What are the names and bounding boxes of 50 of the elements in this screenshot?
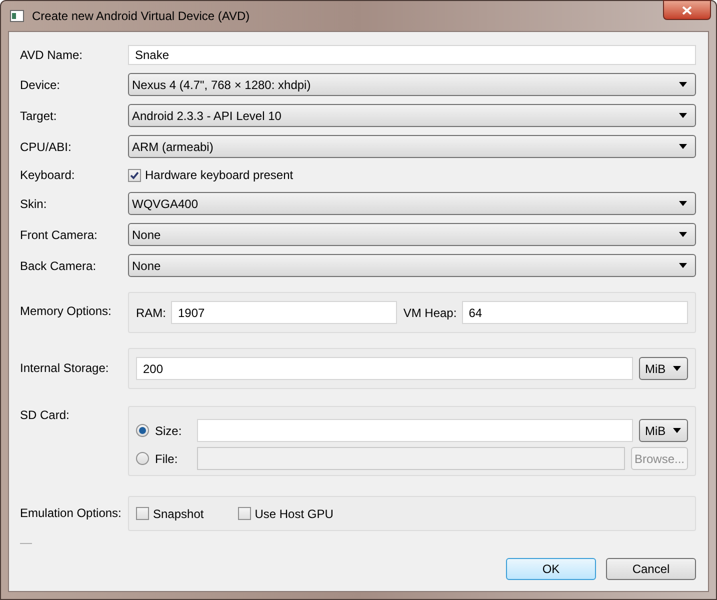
input-field[interactable]: 1907 bbox=[171, 301, 398, 324]
dropdown[interactable]: ARM (armeabi) bbox=[128, 135, 696, 158]
caret-icon bbox=[679, 82, 687, 87]
caret-icon bbox=[679, 232, 687, 237]
field-label: VM Heap: bbox=[403, 304, 457, 322]
field-label: Keyboard: bbox=[20, 167, 76, 184]
field-label: RAM: bbox=[136, 304, 166, 322]
field-label: Back Camera: bbox=[20, 258, 98, 274]
field-label: Memory Options: bbox=[20, 303, 112, 320]
field-label: Skin: bbox=[20, 196, 48, 212]
field-label: Device: bbox=[20, 76, 62, 94]
input-field[interactable]: 64 bbox=[462, 301, 688, 324]
dropdown[interactable]: WQVGA400 bbox=[128, 192, 696, 215]
dropdown[interactable]: None bbox=[128, 254, 696, 277]
input-field[interactable] bbox=[197, 419, 633, 442]
field-label: Front Camera: bbox=[20, 226, 98, 244]
caret-icon bbox=[679, 263, 687, 268]
app-icon bbox=[10, 10, 24, 22]
checkbox[interactable] bbox=[238, 507, 251, 520]
field-label: Internal Storage: bbox=[20, 360, 110, 377]
close-icon bbox=[682, 6, 692, 14]
dropdown[interactable]: Nexus 4 (4.7", 768 × 1280: xhdpi) bbox=[128, 73, 696, 96]
radio-label: Size: bbox=[155, 422, 183, 440]
caret-icon bbox=[679, 201, 687, 206]
checkbox[interactable] bbox=[136, 507, 149, 520]
radio-label: File: bbox=[155, 450, 179, 468]
window-title: Create new Android Virtual Device (AVD) bbox=[32, 8, 250, 25]
input-field[interactable]: Snake bbox=[128, 45, 696, 65]
dropdown[interactable]: None bbox=[128, 223, 696, 246]
input-field[interactable]: 200 bbox=[136, 357, 633, 380]
field-label: SD Card: bbox=[20, 407, 70, 424]
caret-icon bbox=[673, 428, 681, 433]
checkbox-label: Snapshot bbox=[153, 506, 204, 522]
checkbox-label: Hardware keyboard present bbox=[145, 167, 294, 184]
radio-button[interactable] bbox=[136, 424, 149, 437]
dialog-button[interactable]: Cancel bbox=[606, 558, 696, 580]
field-label: Emulation Options: bbox=[20, 505, 122, 522]
field-label: AVD Name: bbox=[20, 47, 84, 64]
close-button[interactable] bbox=[663, 0, 711, 20]
field-label: CPU/ABI: bbox=[20, 138, 72, 156]
dropdown[interactable]: Android 2.3.3 - API Level 10 bbox=[128, 104, 696, 127]
checkbox-label: Use Host GPU bbox=[254, 506, 334, 522]
caret-icon bbox=[673, 366, 681, 371]
dialog-button[interactable]: OK bbox=[506, 558, 596, 580]
checkbox[interactable] bbox=[128, 168, 141, 182]
unit-dropdown[interactable]: MiB bbox=[639, 419, 688, 442]
caret-icon bbox=[679, 113, 687, 118]
caret-icon bbox=[679, 144, 687, 149]
unit-dropdown[interactable]: MiB bbox=[639, 357, 688, 380]
field-label: Target: bbox=[20, 108, 58, 124]
